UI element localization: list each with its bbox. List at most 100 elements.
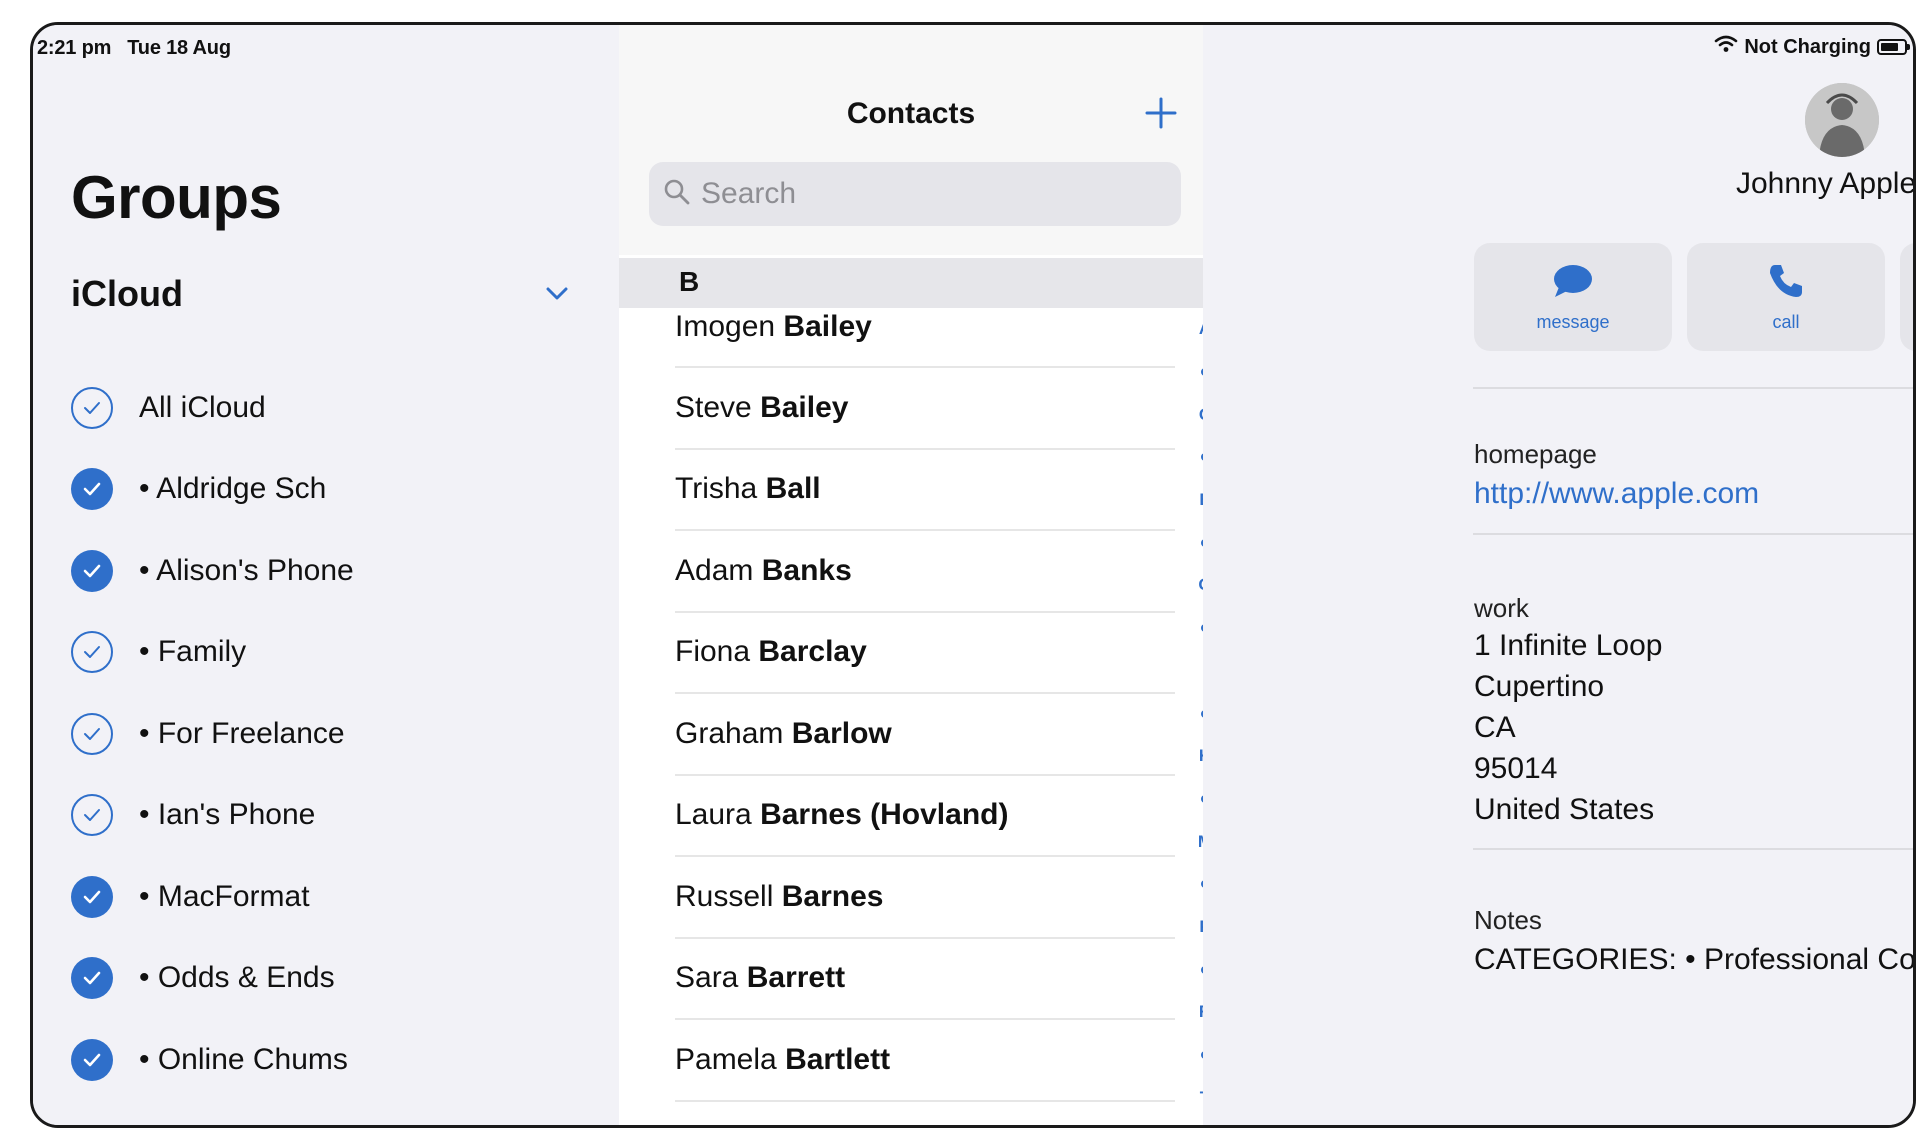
checkmark-icon[interactable] <box>71 957 113 1000</box>
phone-icon <box>1766 261 1806 306</box>
contact-first-name: Sara <box>675 961 739 995</box>
contact-row[interactable]: Russell Barnes <box>675 857 1175 939</box>
chevron-down-icon[interactable] <box>546 287 568 306</box>
contact-row[interactable]: Laura Barnes (Hovland) <box>675 776 1175 857</box>
contact-last-name: Barlow <box>791 716 892 750</box>
group-item-label: • Aldridge Sch <box>139 472 327 506</box>
ipad-screen: 2:21 pm Tue 18 Aug Groups iCloud All iCl… <box>30 22 1916 1128</box>
address-label: work <box>1474 593 1529 623</box>
contact-list: Imogen Bailey Steve Bailey Trisha Ball A… <box>675 308 1175 1102</box>
contact-row[interactable]: Sara Barrett <box>675 939 1175 1020</box>
contact-row[interactable]: Graham Barlow <box>675 694 1175 776</box>
contact-row[interactable]: Adam Banks <box>675 531 1175 613</box>
battery-icon <box>1877 39 1910 55</box>
checkmark-icon[interactable] <box>71 549 113 592</box>
section-header-b: B <box>619 258 1203 308</box>
contact-row[interactable]: Imogen Bailey <box>675 308 1175 368</box>
group-item-for-freelance[interactable]: • For Freelance <box>71 693 354 775</box>
group-item-odds-ends[interactable]: • Odds & Ends <box>71 938 354 1020</box>
search-bar[interactable] <box>649 162 1181 226</box>
group-item-label: • Family <box>139 635 247 669</box>
group-item-label: All iCloud <box>139 390 266 424</box>
contact-last-name: Ball <box>765 472 821 506</box>
call-label: call <box>1772 312 1800 332</box>
group-item-aldridge-sch[interactable]: • Aldridge Sch <box>71 449 354 531</box>
checkmark-icon[interactable] <box>71 1038 113 1081</box>
address-line[interactable]: United States <box>1474 793 1654 827</box>
group-item-family[interactable]: • Family <box>71 612 354 694</box>
contact-first-name: Imogen <box>675 310 776 343</box>
contact-last-name: Bailey <box>783 310 872 343</box>
contacts-title: Contacts <box>846 97 976 130</box>
checkmark-icon[interactable] <box>71 712 113 755</box>
group-item-label: • Alison's Phone <box>139 553 354 587</box>
group-item-all-icloud[interactable]: All iCloud <box>71 367 354 449</box>
icloud-account-header[interactable]: iCloud <box>71 273 183 315</box>
divider <box>1473 387 1913 389</box>
checkmark-icon[interactable] <box>71 631 113 674</box>
group-item-label: • Ian's Phone <box>139 798 316 832</box>
homepage-link[interactable]: http://www.apple.com <box>1474 477 1759 511</box>
status-clock: 2:21 pm <box>37 37 112 59</box>
checkmark-icon[interactable] <box>71 386 113 429</box>
contact-first-name: Adam <box>675 553 754 587</box>
group-list: All iCloud • Aldridge Sch • Alison's Pho… <box>71 367 354 1101</box>
contact-first-name: Trisha <box>675 472 758 506</box>
status-date: Tue 18 Aug <box>127 37 231 59</box>
contact-last-name: Bartlett <box>785 1042 891 1076</box>
notes-label: Notes <box>1474 905 1542 935</box>
contact-detail-pane: Not Charging Johnny Apple message call h… <box>1203 25 1913 1125</box>
contact-first-name: Russell <box>675 879 774 913</box>
group-item-ians-phone[interactable]: • Ian's Phone <box>71 775 354 857</box>
divider <box>1473 848 1913 850</box>
section-letter: B <box>679 266 700 297</box>
contact-row[interactable]: Pamela Bartlett <box>675 1020 1175 1102</box>
address-line[interactable]: 1 Infinite Loop <box>1474 629 1662 663</box>
groups-title: Groups <box>71 164 282 231</box>
group-item-macformat[interactable]: • MacFormat <box>71 856 354 938</box>
group-item-label: • MacFormat <box>139 879 310 913</box>
avatar[interactable] <box>1805 83 1879 157</box>
contact-first-name: Steve <box>675 390 752 424</box>
contact-row[interactable]: Steve Bailey <box>675 368 1175 450</box>
contact-first-name: Graham <box>675 716 784 750</box>
contact-row[interactable]: Trisha Ball <box>675 450 1175 531</box>
checkmark-icon[interactable] <box>71 794 113 837</box>
contact-row[interactable]: Fiona Barclay <box>675 613 1175 694</box>
address-line[interactable]: Cupertino <box>1474 670 1604 704</box>
contact-last-name: Barrett <box>746 961 846 995</box>
group-item-label: • Online Chums <box>139 1042 348 1076</box>
address-line[interactable]: CA <box>1474 711 1516 745</box>
group-item-label: • For Freelance <box>139 716 345 750</box>
homepage-label: homepage <box>1474 439 1597 469</box>
contact-first-name: Laura <box>675 798 752 832</box>
contact-last-name: Barnes (Hovland) <box>760 798 1009 832</box>
search-icon <box>663 178 691 211</box>
contacts-list-pane: Contacts B Imogen Bailey Steve Bailey Tr… <box>619 25 1212 1125</box>
contact-first-name: Fiona <box>675 635 751 669</box>
group-item-alisons-phone[interactable]: • Alison's Phone <box>71 530 354 612</box>
divider <box>1473 533 1913 535</box>
checkmark-icon[interactable] <box>71 468 113 511</box>
status-indicators: Not Charging <box>1714 35 1910 59</box>
contact-last-name: Banks <box>761 553 852 587</box>
wifi-icon <box>1714 35 1738 59</box>
group-item-online-chums[interactable]: • Online Chums <box>71 1019 354 1101</box>
message-button[interactable]: message <box>1474 243 1672 351</box>
charging-status: Not Charging <box>1744 35 1871 58</box>
message-bubble-icon <box>1551 261 1595 306</box>
contact-last-name: Bailey <box>760 390 849 424</box>
status-time: 2:21 pm Tue 18 Aug <box>37 37 231 60</box>
search-input[interactable] <box>701 177 1141 211</box>
contact-last-name: Barclay <box>758 635 867 669</box>
address-line[interactable]: 95014 <box>1474 752 1557 786</box>
group-item-label: • Odds & Ends <box>139 961 335 995</box>
contact-first-name: Pamela <box>675 1042 777 1076</box>
message-label: message <box>1536 312 1610 332</box>
contact-name: Johnny Apple <box>1736 167 1913 200</box>
call-button[interactable]: call <box>1687 243 1885 351</box>
more-action-button[interactable] <box>1900 243 1913 351</box>
checkmark-icon[interactable] <box>71 875 113 918</box>
add-contact-button[interactable] <box>1141 93 1181 133</box>
notes-value[interactable]: CATEGORIES: • Professional Cont <box>1474 943 1913 977</box>
